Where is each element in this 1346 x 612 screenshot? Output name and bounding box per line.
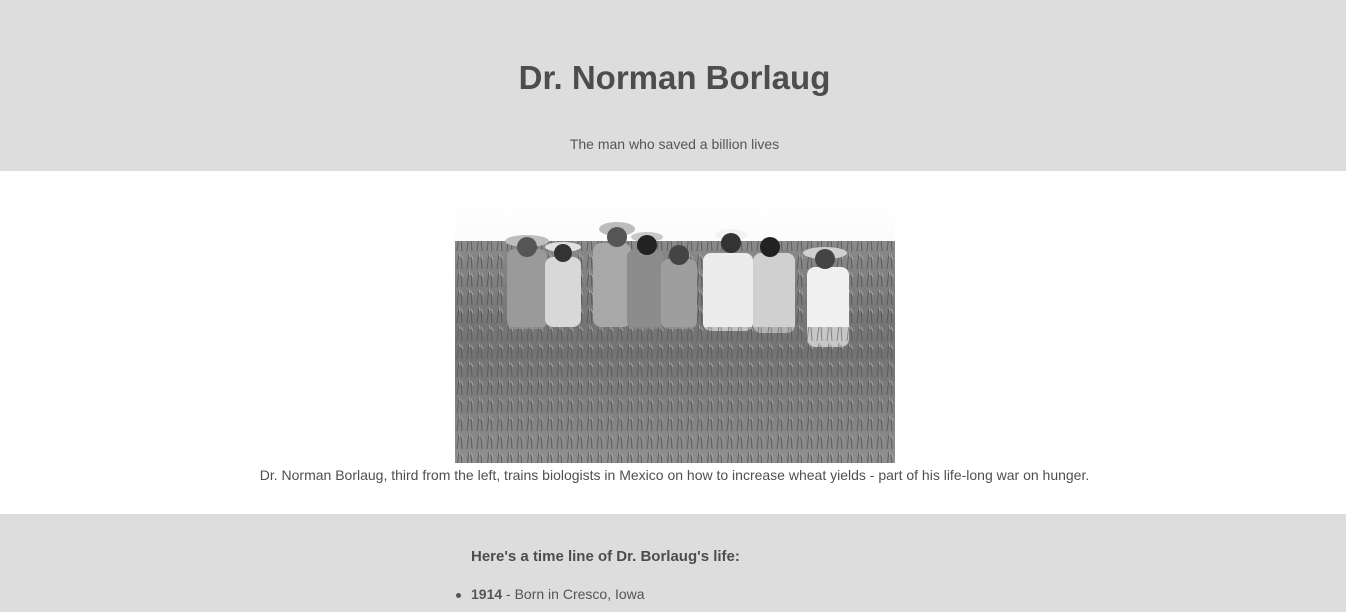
timeline-heading: Here's a time line of Dr. Borlaug's life… — [471, 548, 740, 565]
timeline-section: Here's a time line of Dr. Borlaug's life… — [0, 514, 1346, 612]
image-section: Dr. Norman Borlaug, third from the left,… — [0, 171, 1346, 514]
timeline-year: 1914 — [471, 586, 503, 602]
photo-caption: Dr. Norman Borlaug, third from the left,… — [259, 467, 1090, 483]
borlaug-photo — [455, 197, 895, 463]
timeline-list: 1914 - Born in Cresco, Iowa — [455, 586, 645, 603]
page-title: Dr. Norman Borlaug — [518, 59, 831, 96]
header: Dr. Norman Borlaug The man who saved a b… — [0, 0, 1346, 171]
list-item: 1914 - Born in Cresco, Iowa — [455, 586, 645, 603]
bullet-icon — [456, 593, 461, 598]
page-subtitle: The man who saved a billion lives — [569, 136, 780, 152]
timeline-event: - Born in Cresco, Iowa — [502, 586, 645, 602]
